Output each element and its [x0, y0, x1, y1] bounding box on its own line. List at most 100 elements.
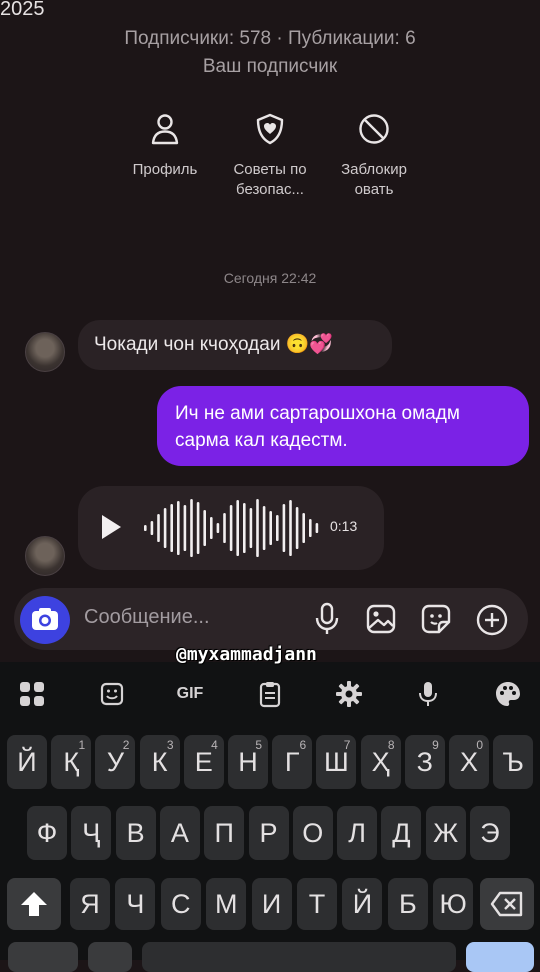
key-Ҷ[interactable]: Ҷ [71, 806, 112, 860]
key-label: З [416, 746, 433, 777]
avatar[interactable] [25, 536, 65, 576]
key-А[interactable]: А [159, 806, 200, 860]
shift-arrow-icon [21, 892, 47, 916]
key-number-hint: 6 [299, 738, 307, 752]
outgoing-message-text-2: сарма кал кадестм. [175, 430, 348, 451]
voice-waveform[interactable] [140, 496, 326, 560]
waveform-bar [309, 519, 312, 537]
key-label: Х [459, 746, 478, 777]
key-Э[interactable]: Э [470, 806, 510, 860]
key-З[interactable]: З9 [404, 735, 445, 789]
key-Р[interactable]: Р [248, 806, 289, 860]
key-О[interactable]: О [292, 806, 333, 860]
theme-palette-icon[interactable] [488, 676, 528, 712]
backspace-icon [490, 891, 523, 917]
key-Й[interactable]: Й [7, 735, 47, 789]
play-icon[interactable] [100, 514, 122, 540]
key-Б[interactable]: Б [387, 878, 428, 930]
waveform-bar [276, 515, 279, 541]
key-М[interactable]: М [206, 878, 247, 930]
key-label: Ъ [502, 746, 524, 777]
safety-tips-action[interactable]: Советы по безопас... [220, 112, 320, 200]
key-number-hint: 2 [122, 738, 130, 752]
waveform-bar [177, 501, 180, 555]
follower-label: Ваш подписчик [202, 56, 338, 77]
incoming-message[interactable]: Чокади чон кчоҳодаи 🙃💞 [78, 320, 392, 370]
key-label: Б [398, 888, 417, 919]
key-Ч[interactable]: Ч [115, 878, 156, 930]
outgoing-message[interactable]: Ич не ами сартарошхона омадм сарма кал к… [157, 386, 529, 466]
key-Д[interactable]: Д [381, 806, 422, 860]
key-У[interactable]: У2 [95, 735, 136, 789]
key-number-hint: 3 [166, 738, 174, 752]
key-К[interactable]: К3 [139, 735, 180, 789]
key-label: Г [284, 746, 300, 777]
gallery-icon[interactable] [365, 603, 397, 635]
key-Ҳ[interactable]: Ҳ8 [360, 735, 401, 789]
block-action[interactable]: Заблокир овать [324, 112, 424, 200]
key-Ж[interactable]: Ж [425, 806, 466, 860]
key-С[interactable]: С [160, 878, 201, 930]
key-Қ[interactable]: Қ1 [51, 735, 92, 789]
enter-key[interactable] [466, 942, 534, 972]
key-label: О [302, 817, 324, 848]
profile-stats: Подписчики: 578 · Публикации: 6 [124, 28, 416, 49]
waveform-bar [315, 523, 319, 533]
key-Я[interactable]: Я [70, 878, 110, 930]
apps-grid-icon[interactable] [12, 676, 52, 712]
gif-button[interactable]: GIF [170, 676, 210, 712]
key-number-hint: 0 [476, 738, 483, 752]
key-П[interactable]: П [204, 806, 245, 860]
shift-key[interactable] [7, 878, 61, 930]
space-key[interactable] [142, 942, 456, 972]
key-label: Ю [439, 888, 467, 919]
key-number-hint: 5 [255, 738, 262, 752]
key-Г[interactable]: Г6 [272, 735, 313, 789]
message-input[interactable] [84, 606, 294, 629]
waveform-bar [243, 503, 246, 553]
emoji-sticker-icon[interactable] [92, 676, 132, 712]
voice-duration: 0:13 [330, 518, 358, 534]
add-icon[interactable] [475, 603, 509, 637]
key-Ю[interactable]: Ю [433, 878, 474, 930]
key-Т[interactable]: Т [297, 878, 337, 930]
backspace-key[interactable] [480, 878, 534, 930]
microphone-icon[interactable] [313, 602, 341, 636]
waveform-bar [262, 506, 266, 550]
sticker-icon[interactable] [420, 603, 452, 635]
key-Н[interactable]: Н5 [228, 735, 268, 789]
key-Ш[interactable]: Ш7 [316, 735, 357, 789]
key-Ъ[interactable]: Ъ [493, 735, 534, 789]
camera-button[interactable] [20, 596, 70, 644]
key-Е[interactable]: Е4 [183, 735, 224, 789]
waveform-bar [196, 502, 200, 554]
key-Л[interactable]: Л [337, 806, 378, 860]
key-number-hint: 9 [432, 738, 439, 752]
comma-key[interactable] [88, 942, 132, 972]
key-label: У [106, 746, 124, 777]
waveform-bar [282, 504, 286, 552]
key-Й[interactable]: Й [342, 878, 383, 930]
key-И[interactable]: И [251, 878, 292, 930]
year-text: 2025 [0, 0, 45, 20]
profile-action[interactable]: Профиль [115, 112, 215, 180]
key-В[interactable]: В [115, 806, 156, 860]
clipboard-icon[interactable] [250, 676, 290, 712]
key-label: Д [392, 817, 411, 848]
voice-input-icon[interactable] [408, 676, 448, 712]
key-label: Э [480, 817, 500, 848]
key-Х[interactable]: Х0 [449, 735, 489, 789]
symbols-key[interactable] [8, 942, 78, 972]
voice-message[interactable]: 0:13 [78, 486, 384, 570]
profile-action-label: Профиль [132, 161, 198, 178]
avatar[interactable] [25, 332, 65, 372]
chat-timestamp: Сегодня 22:42 [223, 270, 317, 286]
waveform-bar [223, 513, 226, 543]
key-label: Р [259, 817, 278, 848]
waveform-bar [216, 523, 220, 533]
settings-gear-icon[interactable] [329, 676, 369, 712]
key-Ф[interactable]: Ф [27, 806, 67, 860]
key-label: Т [308, 888, 326, 919]
outgoing-message-text-1: Ич не ами сартарошхона омадм [175, 403, 460, 424]
waveform-bar [163, 508, 167, 548]
